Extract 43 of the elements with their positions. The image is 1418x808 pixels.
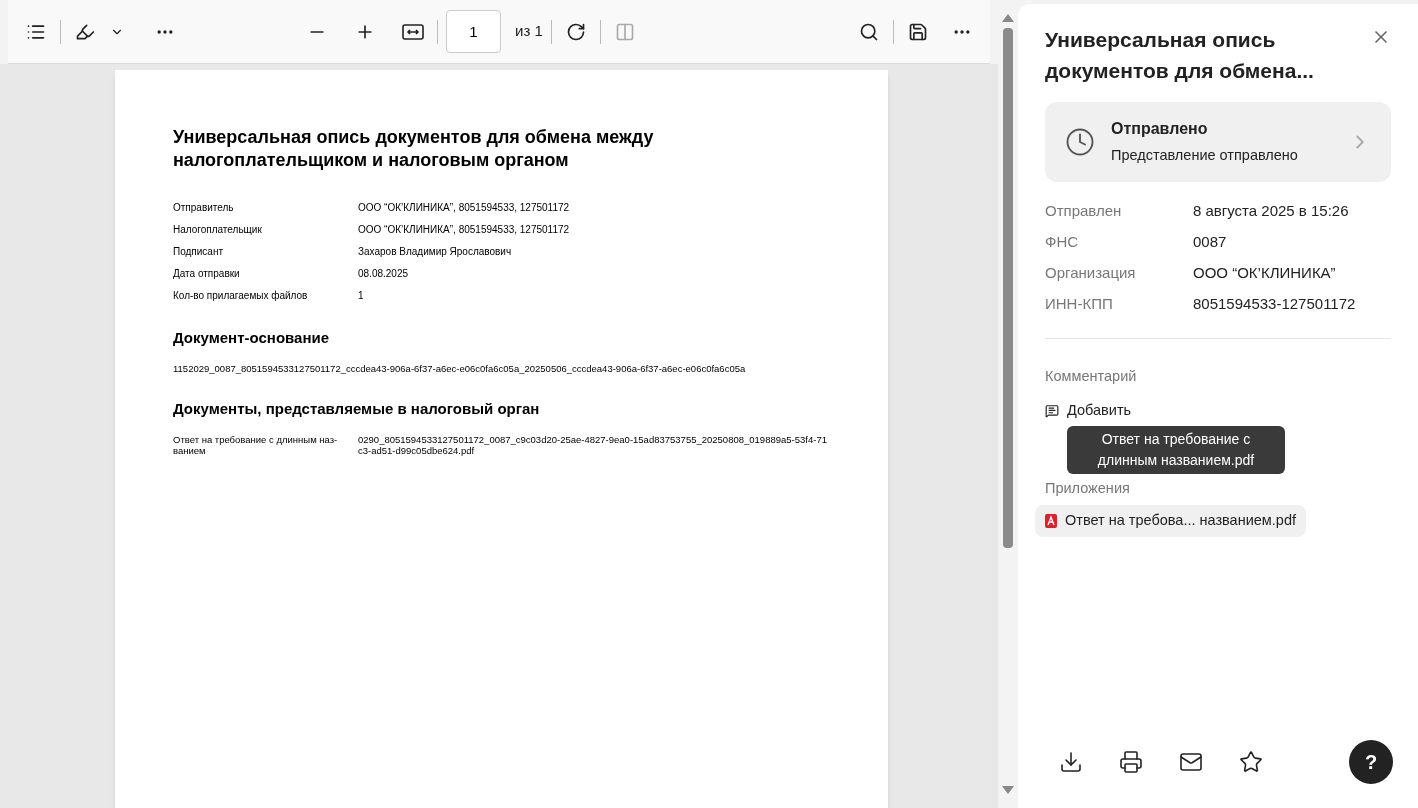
star-icon[interactable] (1239, 750, 1263, 774)
help-button[interactable]: ? (1349, 740, 1393, 784)
field-value: 1 (358, 289, 364, 303)
detail-value: 8 августа 2025 в 15:26 (1193, 201, 1349, 222)
attachment-chip[interactable]: Ответ на требова... названием.pdf (1035, 505, 1306, 538)
section-heading: Документы, представляемые в налоговый орган (173, 398, 541, 419)
detail-label: ИНН-КПП (1045, 294, 1114, 315)
field-value: ООО “ОК’КЛИНИКА”, 8051594533, 127501172 (358, 223, 570, 237)
status-subtitle: Представление отправлено (1111, 146, 1299, 166)
status-title: Отправлено (1111, 119, 1209, 140)
pdf-file-icon (1045, 514, 1057, 529)
page-total: из 1 (515, 21, 543, 42)
field-label: Подписант (173, 245, 225, 259)
download-icon[interactable] (1059, 750, 1083, 774)
page-input[interactable]: 1 (446, 10, 501, 53)
panel-title: Универсальная опись документов для обмена... (1045, 27, 1315, 84)
field-label: Кол-во прилагаемых файлов (173, 289, 309, 303)
clock-icon (1065, 127, 1095, 157)
attachments-label: Приложения (1045, 478, 1131, 498)
field-label: Отправитель (173, 201, 235, 215)
document-title: Универсальная опись документов для обмена между налогоплательщиком и налоговым органом (173, 126, 655, 172)
section-heading: Документ-основание (173, 328, 331, 348)
detail-label: ФНС (1045, 232, 1080, 253)
doc-value: 0290_8051594533127501172_0087_c9c03d20-25ae-4827-9ea0-15ad83753755_20250808_019889a5-53f4-71c3-ad51-d99c05dbe624.pdf (358, 434, 828, 457)
detail-label: Организация (1045, 263, 1137, 284)
mail-icon[interactable] (1179, 750, 1203, 774)
doc-label: Ответ на требование с длинным наз-ванием (173, 434, 339, 457)
detail-value: 0087 (1193, 232, 1227, 253)
field-label: Налогоплательщик (173, 223, 263, 237)
status-card[interactable]: Отправлено Представление отправлено (1045, 102, 1391, 182)
field-value: 08.08.2025 (358, 267, 409, 281)
field-value: Захаров Владимир Ярославович (358, 245, 512, 259)
detail-value: 8051594533-127501172 (1193, 294, 1356, 315)
printer-icon[interactable] (1119, 750, 1143, 774)
comment-icon (1045, 403, 1059, 418)
detail-value: ООО “ОК’КЛИНИКА” (1193, 263, 1336, 284)
comment-label: Комментарий (1045, 367, 1138, 386)
field-label: Дата отправки (173, 267, 241, 281)
field-value: ООО “ОК’КЛИНИКА”, 8051594533, 127501172 (358, 201, 570, 215)
basis-value: 1152029_0087_8051594533127501172_cccdea43-906a-6f37-a6ec-e06c0fa6c05a_20250506_cccdea43-906a-6f37-a6ec-e06c0fa6c05a (173, 361, 747, 376)
add-comment-link[interactable]: Добавить (1045, 399, 1132, 422)
tooltip: Ответ на требование с длинным названием.pdf (1067, 425, 1285, 474)
detail-label: Отправлен (1045, 201, 1123, 222)
